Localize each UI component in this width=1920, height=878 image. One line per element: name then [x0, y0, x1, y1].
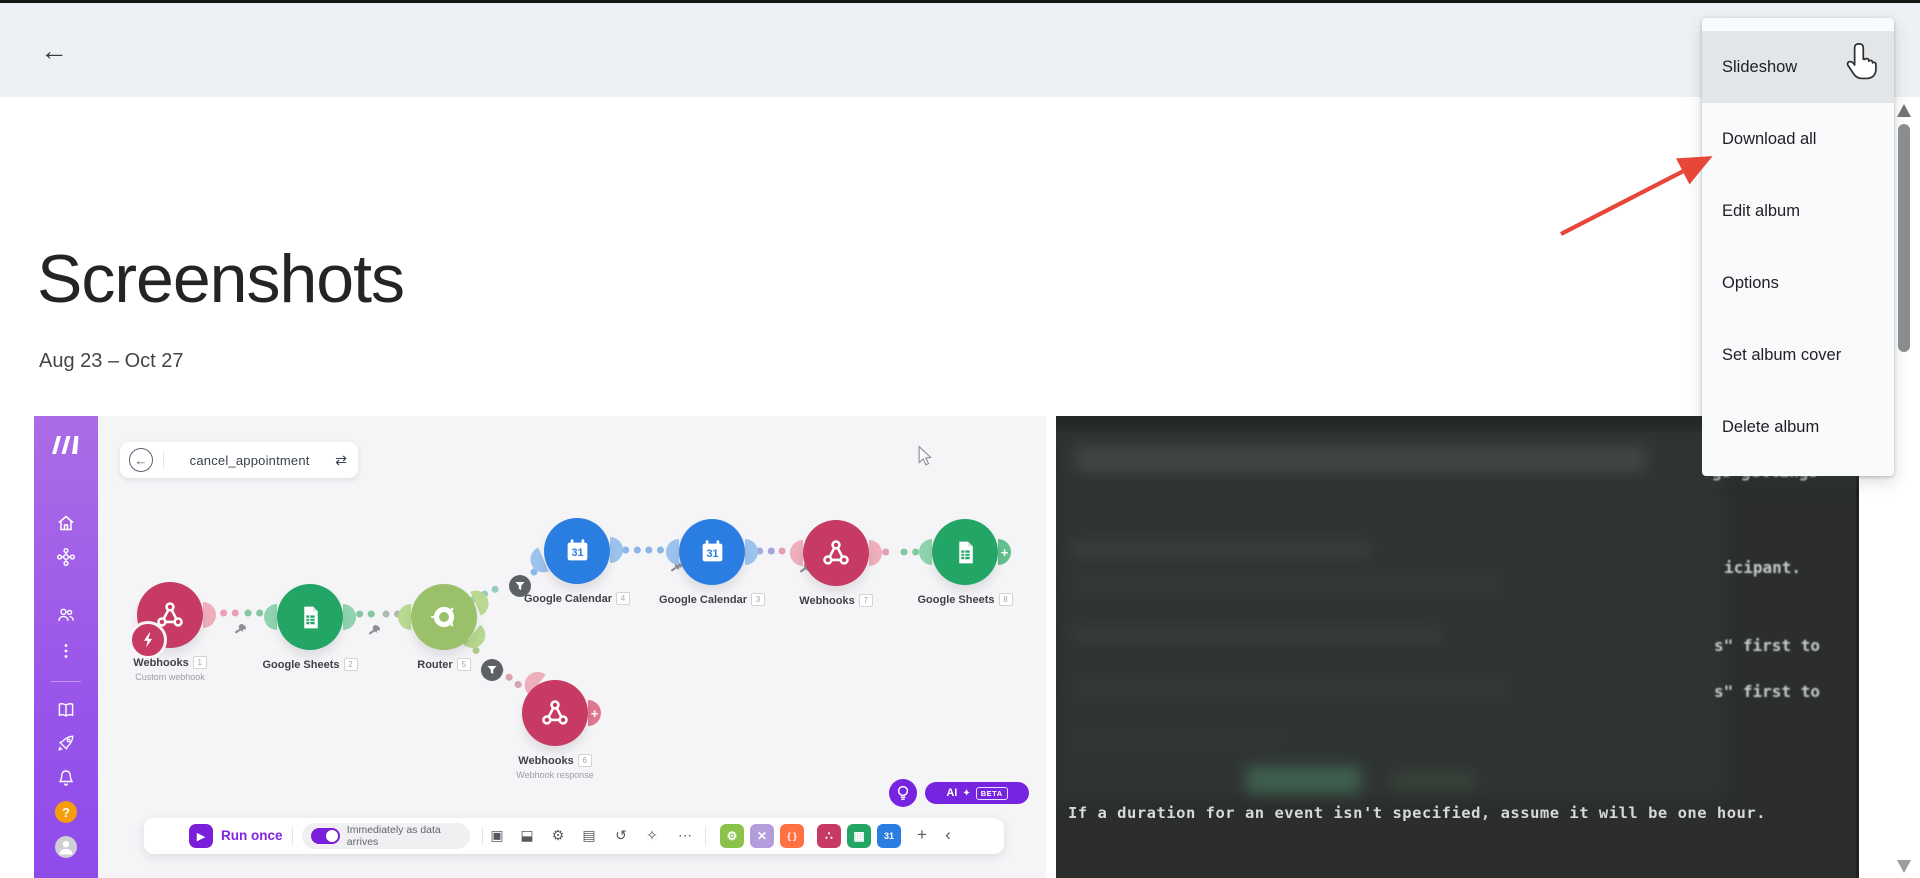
node-sublabel: Webhook response: [485, 770, 625, 780]
photo-thumbnail-make-scenario[interactable]: ? ← cancel_appointment ⇄: [34, 416, 1046, 878]
node-label: Google Calendar: [659, 594, 747, 606]
undo-icon[interactable]: ↺: [611, 827, 631, 844]
sheets-icon: [297, 604, 324, 631]
terminal-text-fragment: icipant.: [1724, 558, 1801, 577]
settings-gear-icon[interactable]: ⚙: [548, 827, 568, 844]
node-number-badge: 8: [999, 593, 1013, 606]
node-label: Webhooks: [799, 595, 854, 607]
node-sublabel: Custom webhook: [100, 672, 240, 682]
sparkle-icon: ✦: [962, 788, 970, 799]
add-app-icon[interactable]: +: [912, 825, 932, 845]
filter-funnel-icon[interactable]: [509, 575, 531, 597]
node-number-badge: 5: [457, 658, 471, 671]
svg-text:31: 31: [706, 548, 718, 560]
menu-item-delete-album[interactable]: Delete album: [1702, 391, 1894, 463]
scrollbar-thumb[interactable]: [1898, 124, 1910, 352]
terminal-text-fragment: s" first to: [1714, 636, 1820, 655]
node-google-sheets[interactable]: [277, 584, 343, 650]
calendar-icon: 31: [699, 539, 726, 566]
webhook-icon: [540, 698, 570, 728]
text-parser-app-icon[interactable]: { }: [780, 824, 804, 848]
node-google-calendar-1[interactable]: 31: [544, 518, 610, 584]
lightbulb-icon: [896, 785, 910, 801]
node-number-badge: 2: [344, 658, 358, 671]
autoalign-wand-icon[interactable]: ✧: [642, 827, 662, 844]
node-webhook-response[interactable]: [522, 680, 588, 746]
scroll-down-arrow-icon[interactable]: [1897, 860, 1911, 873]
play-icon: ▶: [197, 830, 205, 843]
annotation-arrow: [1545, 140, 1735, 245]
calendar-icon: 31: [564, 538, 591, 565]
menu-item-set-album-cover[interactable]: Set album cover: [1702, 319, 1894, 391]
node-google-calendar-2[interactable]: 31: [679, 519, 745, 585]
collapse-chevron-icon[interactable]: ‹: [938, 825, 958, 845]
album-options-menu: Slideshow Download all Edit album Option…: [1702, 18, 1894, 476]
notes-icon[interactable]: ▤: [579, 827, 599, 844]
webhook-icon: [821, 538, 851, 568]
scheduling-toggle[interactable]: Immediately as data arrives: [302, 823, 470, 849]
node-label: Webhooks: [518, 755, 573, 767]
ai-beta-button[interactable]: AI ✦ BETA: [925, 782, 1029, 804]
run-once-button[interactable]: ▶: [189, 824, 213, 848]
node-number-badge: 4: [616, 592, 630, 605]
scroll-up-arrow-icon[interactable]: [1897, 104, 1911, 117]
node-label: Webhooks: [133, 657, 188, 669]
google-photos-album-page: ← Screenshots Aug 23 – Oct 27: [0, 0, 1920, 878]
node-label: Google Sheets: [917, 594, 994, 606]
run-once-label[interactable]: Run once: [221, 828, 283, 843]
album-date-range: Aug 23 – Oct 27: [39, 350, 184, 373]
hint-lightbulb-button[interactable]: [889, 779, 917, 807]
hand-cursor-icon: [1846, 40, 1880, 80]
node-label: Google Sheets: [262, 659, 339, 671]
ai-label: AI: [946, 787, 957, 799]
sheets-app-icon[interactable]: ▦: [847, 824, 871, 848]
node-router[interactable]: [411, 584, 477, 650]
scenario-connections: [34, 416, 1046, 878]
menu-item-options[interactable]: Options: [1702, 247, 1894, 319]
photo-thumbnail-terminal[interactable]: gs gettings icipant. s" first to s" firs…: [1056, 416, 1859, 878]
svg-text:31: 31: [571, 547, 583, 559]
album-header-bar: ←: [0, 3, 1920, 97]
terminal-text-fragment: s" first to: [1714, 682, 1820, 701]
toggle-switch-on[interactable]: [311, 828, 340, 844]
calendar-app-icon[interactable]: 31: [877, 824, 901, 848]
node-label: Router: [417, 659, 452, 671]
page-title: Screenshots: [37, 240, 404, 318]
tools-app-icon[interactable]: ✕: [750, 824, 774, 848]
save-icon[interactable]: ▣: [487, 827, 507, 844]
arrow-cursor-icon: [918, 446, 932, 466]
panel-icon[interactable]: ⬓: [517, 827, 537, 844]
filter-funnel-icon[interactable]: [481, 659, 503, 681]
node-number-badge: 1: [193, 656, 207, 669]
toggle-label: Immediately as data arrives: [347, 824, 470, 848]
flow-control-app-icon[interactable]: ⚙: [720, 824, 744, 848]
scenario-toolbar: ▶ Run once Immediately as data arrives ▣…: [144, 818, 1004, 854]
instant-trigger-bolt-icon: [129, 621, 167, 659]
sheets-icon: [952, 539, 979, 566]
node-number-badge: 3: [751, 593, 765, 606]
node-number-badge: 6: [578, 754, 592, 767]
router-icon: [430, 603, 458, 631]
back-icon: ←: [40, 35, 68, 67]
beta-badge: BETA: [976, 787, 1008, 800]
node-webhooks-2[interactable]: [803, 520, 869, 586]
blurred-redacted-region: [1056, 430, 1724, 798]
node-google-sheets-2[interactable]: [932, 519, 998, 585]
back-button[interactable]: ←: [34, 31, 74, 71]
terminal-bottom-line: If a duration for an event isn't specifi…: [1068, 804, 1766, 822]
webhooks-app-icon[interactable]: ∴: [817, 824, 841, 848]
node-number-badge: 7: [859, 594, 873, 607]
node-label: Google Calendar: [524, 593, 612, 605]
more-options-icon[interactable]: ⋯: [675, 827, 695, 844]
